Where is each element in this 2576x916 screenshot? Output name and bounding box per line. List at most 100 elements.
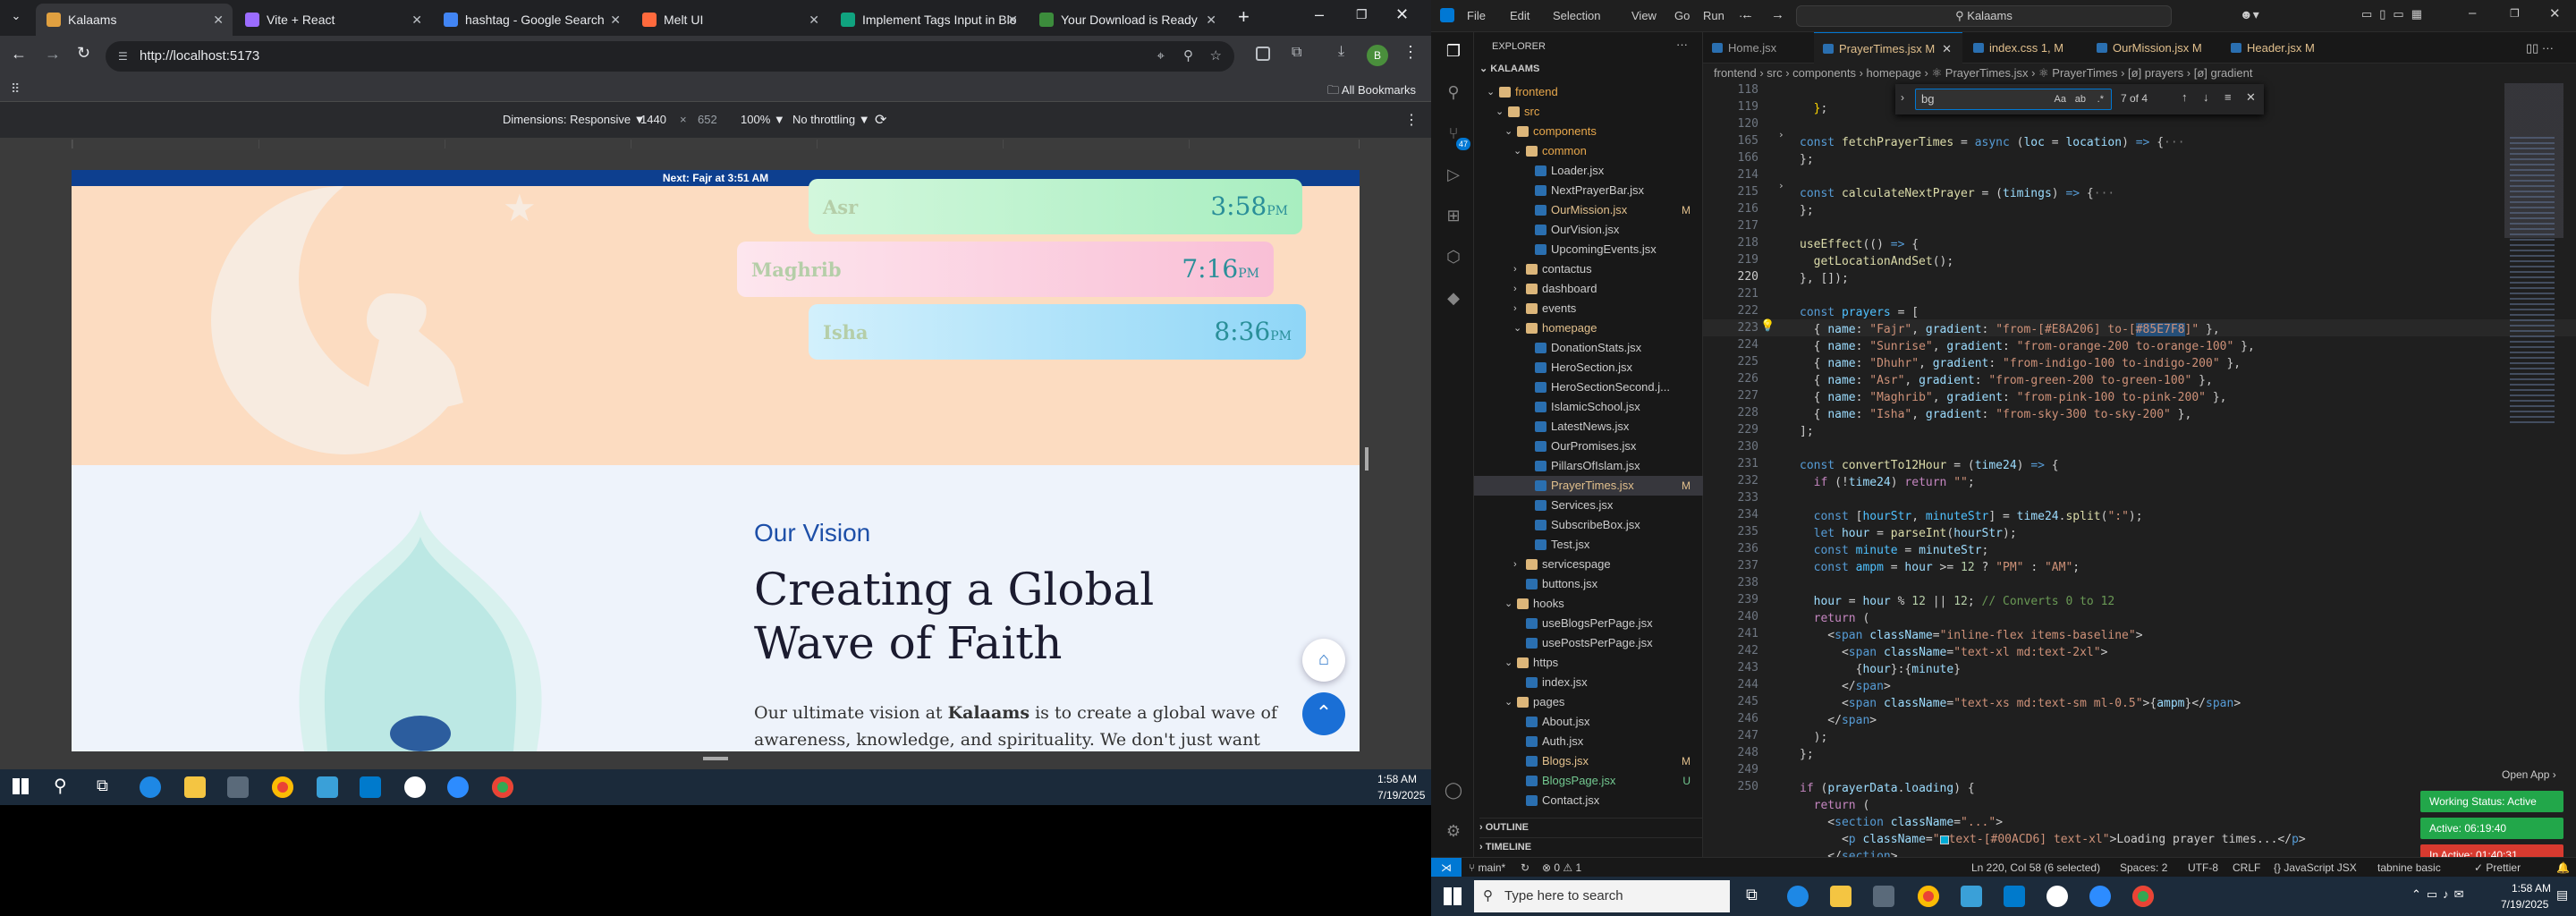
lightbulb-icon[interactable]: 💡 bbox=[1760, 319, 1775, 333]
avatar[interactable]: B bbox=[1367, 45, 1388, 66]
tree-folder[interactable]: › contactus bbox=[1474, 259, 1703, 279]
tree-folder[interactable]: ⌄ src bbox=[1474, 102, 1703, 122]
find-prev-icon[interactable]: ↑ bbox=[2182, 90, 2188, 104]
minimize-button[interactable]: – bbox=[1315, 5, 1324, 24]
indentation-status[interactable]: Spaces: 2 bbox=[2120, 858, 2167, 878]
notifications-icon[interactable]: 🔔 bbox=[2556, 858, 2570, 878]
tree-folder[interactable]: ⌄ common bbox=[1474, 141, 1703, 161]
find-input[interactable]: bg Aa ab .* bbox=[1915, 89, 2112, 110]
windows-start-icon[interactable] bbox=[1444, 887, 1462, 905]
tab-close-icon[interactable]: ✕ bbox=[809, 4, 819, 36]
tree-file[interactable]: UpcomingEvents.jsx bbox=[1474, 240, 1703, 259]
database-icon[interactable]: ◆ bbox=[1444, 288, 1463, 308]
explorer-more-icon[interactable]: ··· bbox=[1676, 38, 1688, 51]
tab-close-icon[interactable]: ✕ bbox=[1942, 42, 1952, 55]
time-tracker-badge[interactable]: Working Status: Active bbox=[2420, 791, 2563, 812]
menu-dots-icon[interactable]: ⋮ bbox=[1402, 43, 1419, 62]
tree-file[interactable]: Blogs.jsx M bbox=[1474, 751, 1703, 771]
new-tab-button[interactable]: + bbox=[1238, 5, 1250, 29]
tree-file[interactable]: About.jsx bbox=[1474, 712, 1703, 732]
extension-icon[interactable] bbox=[1256, 47, 1270, 61]
viewport-width[interactable]: 1440 bbox=[640, 113, 666, 126]
tab-search-icon[interactable]: ⌄ bbox=[7, 9, 25, 27]
open-app-label[interactable]: Open App › bbox=[2502, 768, 2556, 781]
tree-folder[interactable]: ⌄ frontend bbox=[1474, 82, 1703, 102]
vscode-icon[interactable] bbox=[2004, 886, 2025, 907]
settings-gear-icon[interactable]: ⚙ bbox=[1444, 821, 1463, 841]
find-toggle-icon[interactable]: › bbox=[1901, 91, 1904, 104]
tree-file[interactable]: OurVision.jsx bbox=[1474, 220, 1703, 240]
time-tracker-badge[interactable]: Active: 06:19:40 bbox=[2420, 818, 2563, 839]
code-editor[interactable]: 💡 118 119 120 165 166 214 215 216 217 218 219 220 22… bbox=[1703, 83, 2576, 857]
resize-handle-right[interactable] bbox=[1365, 447, 1368, 471]
edge-icon[interactable] bbox=[140, 776, 161, 798]
tree-folder[interactable]: ⌄ hooks bbox=[1474, 594, 1703, 614]
remote-indicator[interactable]: ⋊ bbox=[1431, 858, 1462, 878]
tree-file[interactable]: index.jsx bbox=[1474, 673, 1703, 692]
store-icon[interactable] bbox=[1873, 886, 1894, 907]
sync-icon[interactable]: ↻ bbox=[1521, 858, 1530, 878]
workspace-header[interactable]: ⌄ KALAAMS bbox=[1479, 63, 1539, 74]
tree-file[interactable]: DonationStats.jsx bbox=[1474, 338, 1703, 358]
language-mode[interactable]: {} JavaScript JSX bbox=[2274, 858, 2357, 878]
tree-file[interactable]: SubscribeBox.jsx bbox=[1474, 515, 1703, 535]
browser-tab[interactable]: Vite + React ✕ bbox=[234, 4, 431, 36]
apps-grid-icon[interactable]: ⠿ bbox=[11, 81, 20, 97]
copilot-icon[interactable]: ☻▾ bbox=[2240, 7, 2259, 22]
address-input[interactable]: ☰ http://localhost:5173 ⌖ ⚲ ☆ bbox=[106, 41, 1234, 72]
vscode-icon[interactable] bbox=[360, 776, 381, 798]
tree-file[interactable]: Services.jsx bbox=[1474, 496, 1703, 515]
tab-close-icon[interactable]: ✕ bbox=[1007, 4, 1018, 36]
explorer-icon[interactable]: ❐ bbox=[1444, 41, 1463, 61]
tab-close-icon[interactable]: ✕ bbox=[1206, 4, 1216, 36]
viewport-height[interactable]: 652 bbox=[698, 113, 717, 126]
mosque-float-button[interactable]: ⌂ bbox=[1302, 639, 1345, 682]
match-case-icon[interactable]: Aa bbox=[2055, 89, 2066, 109]
tree-folder[interactable]: ⌄ components bbox=[1474, 122, 1703, 141]
tree-file[interactable]: usePostsPerPage.jsx bbox=[1474, 633, 1703, 653]
tree-folder[interactable]: ⌄ https bbox=[1474, 653, 1703, 673]
menu-item[interactable]: Selection bbox=[1553, 9, 1600, 22]
windows-start-icon[interactable] bbox=[13, 778, 29, 794]
tree-file[interactable]: NextPrayerBar.jsx bbox=[1474, 181, 1703, 200]
tree-file[interactable]: Loader.jsx bbox=[1474, 161, 1703, 181]
github-icon[interactable] bbox=[2046, 886, 2068, 907]
close-window-button[interactable]: ✕ bbox=[2549, 5, 2561, 21]
store-icon[interactable] bbox=[227, 776, 249, 798]
tree-file[interactable]: LatestNews.jsx bbox=[1474, 417, 1703, 437]
menu-item[interactable]: Run bbox=[1703, 9, 1724, 22]
split-editor-icon[interactable]: ▯▯ ··· bbox=[2526, 41, 2554, 55]
command-center[interactable]: ⚲ Kalaams bbox=[1796, 5, 2172, 27]
tree-file[interactable]: useBlogsPerPage.jsx bbox=[1474, 614, 1703, 633]
minimap[interactable] bbox=[2504, 83, 2563, 857]
chrome-icon[interactable] bbox=[1918, 886, 1939, 907]
find-selection-icon[interactable]: ≡ bbox=[2224, 90, 2232, 104]
eol-status[interactable]: CRLF bbox=[2233, 858, 2260, 878]
scroll-top-button[interactable]: ⌃ bbox=[1302, 692, 1345, 735]
all-bookmarks-link[interactable]: 🗀 All Bookmarks bbox=[1327, 82, 1416, 102]
maximize-button[interactable]: ❐ bbox=[1356, 7, 1368, 22]
editor-tab[interactable]: Home.jsx bbox=[1703, 32, 1812, 64]
menu-item[interactable]: Go bbox=[1674, 9, 1690, 22]
resize-handle-bottom[interactable] bbox=[703, 757, 728, 760]
minimize-button[interactable]: – bbox=[2469, 5, 2476, 21]
zoom-icon[interactable]: ⚲ bbox=[1183, 41, 1193, 72]
tab-close-icon[interactable]: ✕ bbox=[411, 4, 422, 36]
chrome-icon-2[interactable] bbox=[492, 776, 513, 798]
site-info-icon[interactable]: ☰ bbox=[118, 41, 128, 72]
task-view-icon[interactable]: ⧉ bbox=[97, 776, 108, 795]
search-icon[interactable]: ⚲ bbox=[1444, 82, 1463, 102]
task-view-icon[interactable]: ⧉ bbox=[1746, 886, 1758, 904]
editor-tab[interactable]: OurMission.jsx M bbox=[2088, 32, 2220, 64]
find-next-icon[interactable]: ↓ bbox=[2203, 90, 2209, 104]
tray-icons[interactable]: ⌃▭♪✉ bbox=[2411, 887, 2470, 902]
file-explorer-icon[interactable] bbox=[184, 776, 206, 798]
tree-file[interactable]: Test.jsx bbox=[1474, 535, 1703, 555]
edge-icon[interactable] bbox=[1787, 886, 1809, 907]
tabnine-status[interactable]: tabnine basic bbox=[2377, 858, 2441, 878]
tree-file[interactable]: PillarsOfIslam.jsx bbox=[1474, 456, 1703, 476]
cursor-position[interactable]: Ln 220, Col 58 (6 selected) bbox=[1971, 858, 2100, 878]
tree-folder[interactable]: ⌄ pages bbox=[1474, 692, 1703, 712]
fold-arrow-icon[interactable]: › bbox=[1778, 180, 1784, 191]
encoding-status[interactable]: UTF-8 bbox=[2188, 858, 2218, 878]
